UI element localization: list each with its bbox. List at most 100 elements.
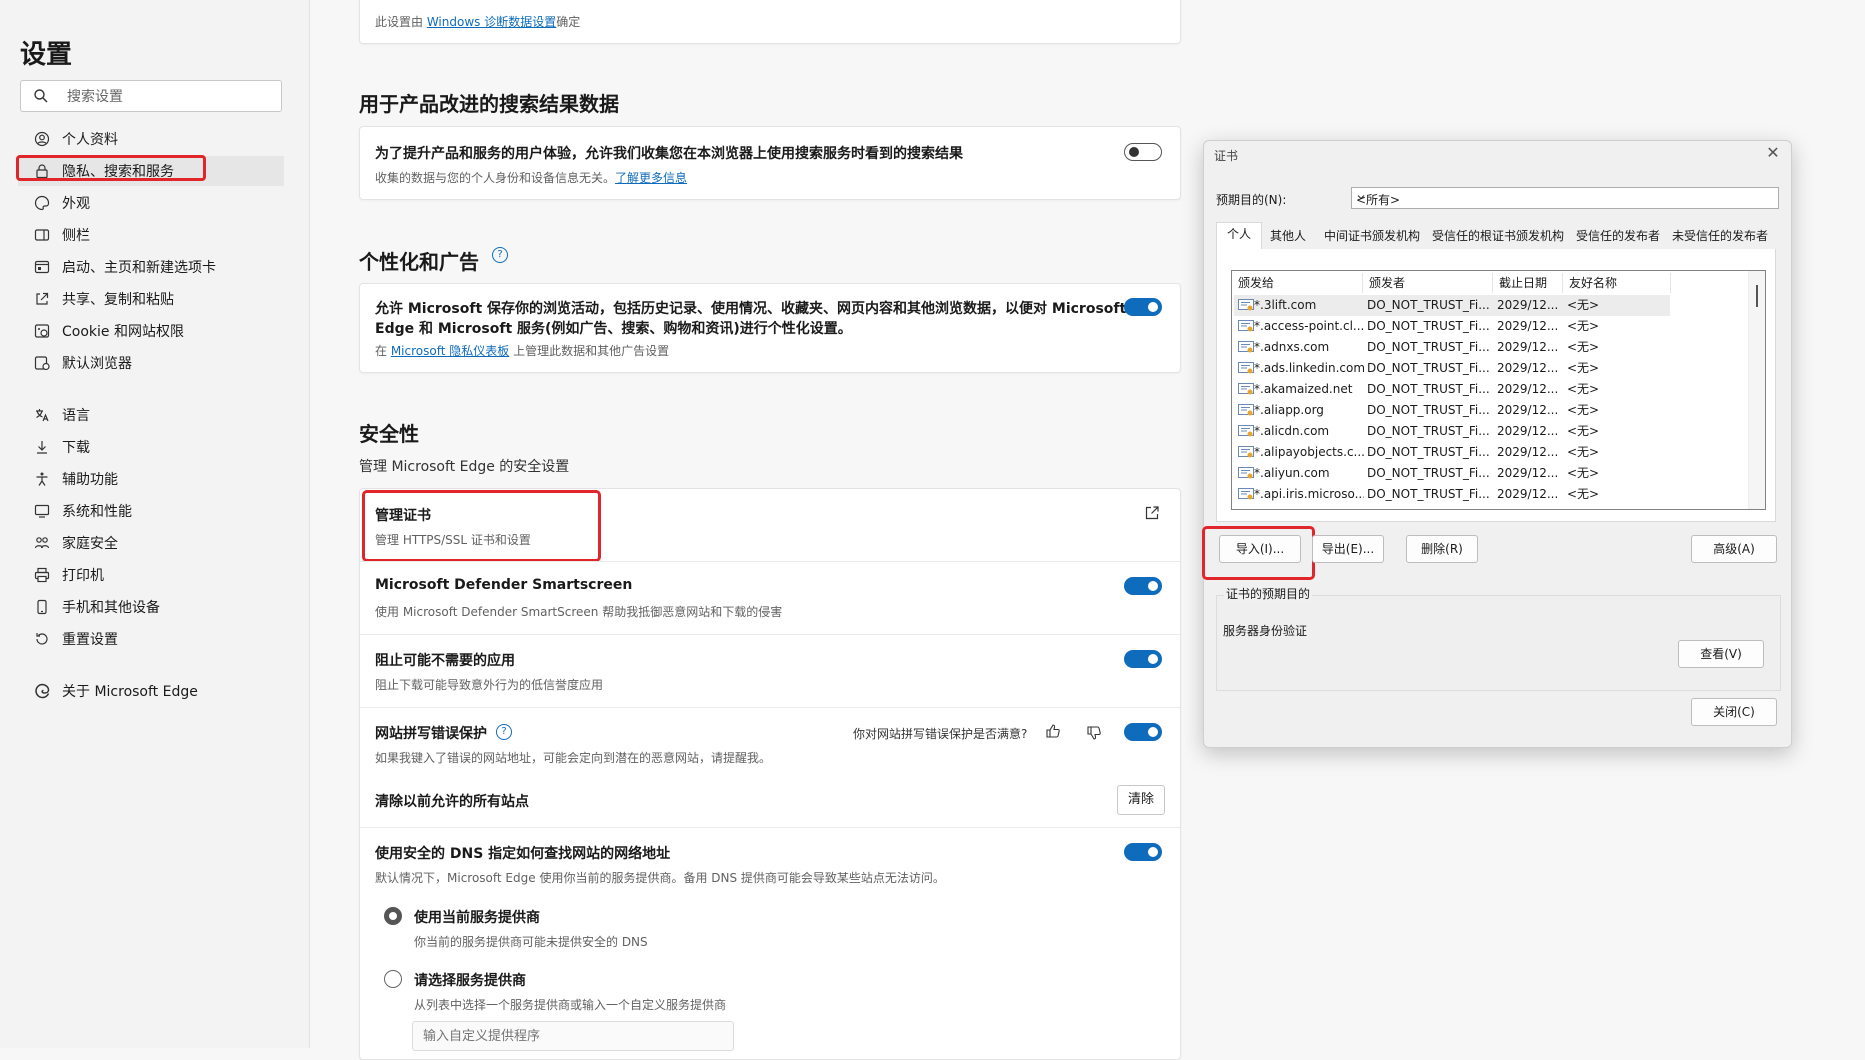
tab-intermediate-ca[interactable]: 中间证书颁发机构 (1322, 225, 1422, 247)
sidebar-item-label: 隐私、搜索和服务 (62, 164, 174, 180)
table-row[interactable]: *.adnxs.com DO_NOT_TRUST_Fi... 2029/12... <… (1234, 337, 1670, 358)
advanced-button[interactable]: 高级(A) (1691, 535, 1777, 563)
list-scrollbar[interactable] (1748, 271, 1765, 509)
system-icon (33, 502, 51, 520)
sidebar-item-label: 个人资料 (62, 132, 118, 148)
settings-search-box[interactable] (20, 80, 282, 112)
tab-personal[interactable]: 个人 (1216, 222, 1262, 250)
sidebar-item-profile[interactable]: 个人资料 (18, 124, 284, 154)
column-header-friendly-name[interactable]: 友好名称 (1563, 273, 1671, 293)
sidebar-item-downloads[interactable]: 下载 (18, 432, 284, 462)
personalization-toggle[interactable] (1124, 298, 1162, 316)
cell-expiration: 2029/12... (1497, 466, 1559, 480)
certificate-icon (1238, 488, 1254, 501)
search-data-toggle[interactable] (1124, 143, 1162, 161)
reset-icon (33, 630, 51, 648)
typo-toggle[interactable] (1124, 723, 1162, 741)
help-icon[interactable]: ? (492, 247, 508, 263)
custom-dns-input[interactable] (412, 1021, 734, 1051)
certificate-list[interactable]: 颁发给 颁发者 截止日期 友好名称 *.3lift.com DO_NOT_TRUS… (1231, 270, 1766, 510)
clear-sites-title: 清除以前允许的所有站点 (375, 794, 529, 810)
sidebar-item-default-browser[interactable]: 默认浏览器 (18, 348, 284, 378)
cell-friendly-name: <无> (1567, 487, 1600, 501)
cell-issued-by: DO_NOT_TRUST_Fi... (1367, 487, 1490, 501)
tab-untrusted-publishers[interactable]: 未受信任的发布者 (1670, 225, 1770, 247)
dns-option1-desc: 你当前的服务提供商可能未提供安全的 DNS (414, 935, 648, 949)
tab-other-people[interactable]: 其他人 (1268, 225, 1308, 247)
table-row[interactable]: *.api.iris.microso... DO_NOT_TRUST_Fi... 2… (1234, 484, 1670, 505)
column-header-issued-by[interactable]: 颁发者 (1363, 273, 1493, 293)
thumbs-down-icon[interactable] (1086, 725, 1102, 745)
import-button[interactable]: 导入(I)... (1219, 535, 1301, 563)
help-icon[interactable]: ? (496, 724, 512, 740)
clear-button[interactable]: 清除 (1117, 785, 1165, 815)
personalization-heading: 个性化和广告 (359, 250, 479, 274)
table-row[interactable]: *.aliyun.com DO_NOT_TRUST_Fi... 2029/12...… (1234, 463, 1670, 484)
divider (360, 561, 1180, 562)
sidebar-item-privacy[interactable]: 隐私、搜索和服务 (16, 155, 284, 186)
tab-trusted-root-ca[interactable]: 受信任的根证书颁发机构 (1430, 225, 1566, 247)
sidebar-item-accessibility[interactable]: 辅助功能 (18, 464, 284, 494)
cookie-icon (33, 322, 51, 340)
cell-issued-by: DO_NOT_TRUST_Fi... (1367, 340, 1490, 354)
scrollbar-thumb[interactable] (1756, 285, 1758, 307)
lock-icon (33, 162, 51, 180)
sidebar-item-sidebar[interactable]: 侧栏 (18, 220, 284, 250)
cell-issued-by: DO_NOT_TRUST_Fi... (1367, 403, 1490, 417)
certificate-icon (1238, 320, 1254, 333)
sidebar-item-language[interactable]: 语言 (18, 400, 284, 430)
pua-toggle[interactable] (1124, 650, 1162, 668)
sidebar-item-cookies[interactable]: Cookie 和网站权限 (18, 316, 284, 346)
appearance-icon (33, 194, 51, 212)
table-row[interactable]: *.ads.linkedin.com DO_NOT_TRUST_Fi... 2029… (1234, 358, 1670, 379)
certificate-icon (1238, 446, 1254, 459)
sidebar-item-system[interactable]: 系统和性能 (18, 496, 284, 526)
security-heading: 安全性 (359, 422, 419, 446)
dns-choose-provider-radio[interactable] (384, 970, 402, 988)
learn-more-link[interactable]: 了解更多信息 (615, 171, 687, 185)
table-row[interactable]: *.akamaized.net DO_NOT_TRUST_Fi... 2029/12… (1234, 379, 1670, 400)
cell-friendly-name: <无> (1567, 403, 1600, 417)
cell-expiration: 2029/12... (1497, 298, 1559, 312)
cell-friendly-name: <无> (1567, 445, 1600, 459)
table-row[interactable]: *.3lift.com DO_NOT_TRUST_Fi... 2029/12... <… (1234, 295, 1670, 316)
manage-certificates-row[interactable]: 管理证书 管理 HTTPS/SSL 证书和设置 (360, 489, 1180, 561)
settings-title: 设置 (20, 40, 73, 70)
language-icon (33, 406, 51, 424)
column-header-expiration[interactable]: 截止日期 (1493, 273, 1563, 293)
purpose-dropdown[interactable]: <所有> (1351, 187, 1779, 209)
close-icon[interactable]: ✕ (1763, 143, 1783, 163)
sidebar-item-start[interactable]: 启动、主页和新建选项卡 (18, 252, 284, 282)
table-row[interactable]: *.access-point.cl... DO_NOT_TRUST_Fi... 20… (1234, 316, 1670, 337)
sidebar-item-share[interactable]: 共享、复制和粘贴 (18, 284, 284, 314)
sidebar-item-about[interactable]: 关于 Microsoft Edge (18, 676, 284, 706)
windows-diagnostic-link[interactable]: Windows 诊断数据设置 (427, 15, 556, 29)
sidebar-item-phone[interactable]: 手机和其他设备 (18, 592, 284, 622)
remove-button[interactable]: 删除(R) (1406, 535, 1478, 563)
sidebar-item-reset[interactable]: 重置设置 (18, 624, 284, 654)
thumbs-up-icon[interactable] (1045, 723, 1061, 743)
sidebar-item-appearance[interactable]: 外观 (18, 188, 284, 218)
sidebar-item-family[interactable]: 家庭安全 (18, 528, 284, 558)
view-button[interactable]: 查看(V) (1678, 640, 1764, 668)
table-row[interactable]: *.alicdn.com DO_NOT_TRUST_Fi... 2029/12...… (1234, 421, 1670, 442)
pua-title: 阻止可能不需要的应用 (375, 653, 515, 669)
sidebar-item-printers[interactable]: 打印机 (18, 560, 284, 590)
cell-issued-by: DO_NOT_TRUST_Fi... (1367, 445, 1490, 459)
close-button[interactable]: 关闭(C) (1691, 698, 1777, 726)
export-button[interactable]: 导出(E)... (1312, 535, 1384, 563)
dns-toggle[interactable] (1124, 843, 1162, 861)
cell-friendly-name: <无> (1567, 466, 1600, 480)
dns-current-provider-radio[interactable] (384, 907, 402, 925)
tab-trusted-publishers[interactable]: 受信任的发布者 (1574, 225, 1662, 247)
table-row[interactable]: *.alipayobjects.c... DO_NOT_TRUST_Fi... 20… (1234, 442, 1670, 463)
settings-search-input[interactable] (65, 85, 269, 109)
table-row[interactable]: *.aliapp.org DO_NOT_TRUST_Fi... 2029/12...… (1234, 400, 1670, 421)
privacy-dashboard-link[interactable]: Microsoft 隐私仪表板 (391, 344, 509, 358)
security-card: 管理证书 管理 HTTPS/SSL 证书和设置 Microsoft Defend… (359, 488, 1181, 1060)
certificate-icon (1238, 425, 1254, 438)
smartscreen-toggle[interactable] (1124, 577, 1162, 595)
column-header-issued-to[interactable]: 颁发给 (1232, 273, 1363, 293)
external-link-icon[interactable] (1144, 505, 1160, 525)
printer-icon (33, 566, 51, 584)
